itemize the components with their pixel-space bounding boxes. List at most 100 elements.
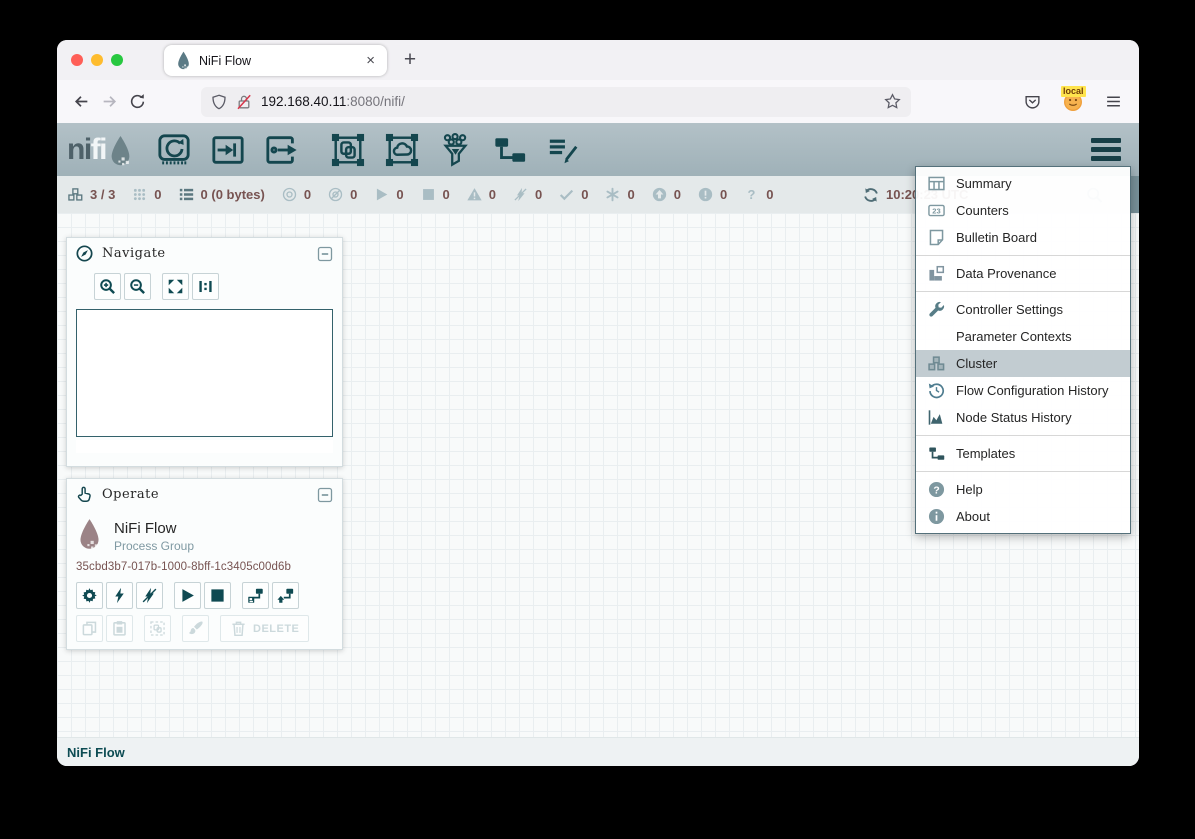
menu-item-help[interactable]: ? Help — [916, 476, 1130, 503]
start-button[interactable] — [174, 582, 201, 609]
browser-tab[interactable]: NiFi Flow × — [164, 45, 387, 76]
stop-button[interactable] — [204, 582, 231, 609]
nifi-logo-drop-icon — [108, 135, 133, 167]
shield-icon[interactable] — [211, 94, 227, 110]
cluster-cubes-icon — [928, 355, 945, 372]
zoom-actual-size-button[interactable] — [192, 273, 219, 300]
selected-flow-name: NiFi Flow — [114, 518, 194, 537]
browser-menu-icon[interactable] — [1105, 93, 1122, 110]
funnel-icon[interactable] — [439, 133, 473, 167]
operate-palette: Operate NiFi Flow Process Group 35cbd3b7… — [66, 478, 343, 650]
menu-item-templates[interactable]: Templates — [916, 440, 1130, 467]
birdseye-minimap[interactable] — [76, 309, 333, 437]
delete-label: DELETE — [253, 623, 299, 635]
zoom-in-button[interactable] — [94, 273, 121, 300]
menu-item-summary[interactable]: Summary — [916, 170, 1130, 197]
menu-item-parameter-contexts[interactable]: Parameter Contexts — [916, 323, 1130, 350]
pocket-icon[interactable] — [1024, 93, 1041, 110]
process-group-icon[interactable] — [331, 133, 365, 167]
fill-color-button[interactable] — [182, 615, 209, 642]
collapse-icon[interactable] — [317, 246, 333, 262]
global-menu-icon[interactable] — [1091, 138, 1129, 162]
menu-item-node-status-history[interactable]: Node Status History — [916, 404, 1130, 431]
insecure-lock-icon[interactable] — [236, 94, 252, 110]
group-button[interactable] — [144, 615, 171, 642]
menu-item-about[interactable]: About — [916, 503, 1130, 530]
browser-tab-bar: NiFi Flow × + — [57, 40, 1139, 80]
label-icon[interactable] — [547, 133, 581, 167]
collapse-icon[interactable] — [317, 487, 333, 503]
menu-item-flow-configuration-history[interactable]: Flow Configuration History — [916, 377, 1130, 404]
menu-item-controller-settings[interactable]: Controller Settings — [916, 296, 1130, 323]
stopped-icon — [421, 187, 436, 202]
menu-item-cluster[interactable]: Cluster — [916, 350, 1130, 377]
copy-icon — [81, 620, 98, 637]
counters-icon: 23 — [928, 202, 945, 219]
stop-square-icon — [209, 587, 226, 604]
no-icon — [928, 328, 945, 345]
menu-item-counters[interactable]: 23Counters — [916, 197, 1130, 224]
reload-icon[interactable] — [123, 88, 151, 116]
input-port-icon[interactable] — [211, 133, 245, 167]
enable-icon — [111, 587, 128, 604]
remote-process-group-icon[interactable] — [385, 133, 419, 167]
minimize-window-button[interactable] — [91, 54, 103, 66]
nifi-favicon-icon — [176, 51, 191, 70]
configure-button[interactable] — [76, 582, 103, 609]
status-active-threads: 0 — [132, 187, 161, 202]
disabled-icon — [513, 187, 528, 202]
menu-separator — [916, 291, 1130, 292]
zoom-in-icon — [99, 278, 116, 295]
refresh-icon[interactable] — [863, 187, 879, 203]
compass-icon — [76, 245, 93, 262]
zoom-fit-icon — [167, 278, 184, 295]
controller-settings-icon — [928, 301, 945, 318]
status-locally-modified-stale: 0 — [698, 187, 727, 202]
process-group-id: 35cbd3b7-017b-1000-8bff-1c3405c00d6b — [67, 553, 342, 573]
tab-close-icon[interactable]: × — [366, 53, 375, 68]
new-tab-button[interactable]: + — [398, 48, 422, 72]
status-connected-nodes: 3 / 3 — [68, 187, 115, 202]
selected-flow-type: Process Group — [114, 537, 194, 553]
copy-button[interactable] — [76, 615, 103, 642]
zoom-fit-button[interactable] — [162, 273, 189, 300]
window-controls — [71, 54, 123, 66]
output-port-icon[interactable] — [265, 133, 299, 167]
status-active-threads-count: 0 — [154, 187, 161, 202]
status-locally-modified-count: 0 — [627, 187, 634, 202]
menu-item-bulletin-board[interactable]: Bulletin Board — [916, 224, 1130, 251]
breadcrumb: NiFi Flow — [57, 737, 1139, 766]
paste-button[interactable] — [106, 615, 133, 642]
menu-item-label: About — [956, 509, 990, 524]
svg-text:23: 23 — [932, 207, 940, 216]
forward-icon[interactable] — [95, 88, 123, 116]
upload-template-button[interactable] — [272, 582, 299, 609]
url-text[interactable]: 192.168.40.11:8080/nifi/ — [261, 94, 405, 109]
bookmark-star-icon[interactable] — [884, 93, 901, 110]
node-status-history-icon — [928, 409, 945, 426]
enable-button[interactable] — [106, 582, 133, 609]
menu-item-data-provenance[interactable]: Data Provenance — [916, 260, 1130, 287]
navigate-title: Navigate — [102, 246, 166, 261]
zoom-out-button[interactable] — [124, 273, 151, 300]
create-template-button[interactable] — [242, 582, 269, 609]
zoom-window-button[interactable] — [111, 54, 123, 66]
svg-text:?: ? — [933, 485, 939, 496]
disable-button[interactable] — [136, 582, 163, 609]
status-not-transmitting: 0 — [328, 187, 357, 202]
summary-icon — [928, 175, 945, 192]
menu-item-label: Help — [956, 482, 983, 497]
close-window-button[interactable] — [71, 54, 83, 66]
transmitting-icon — [282, 187, 297, 202]
active-threads-icon — [132, 187, 147, 202]
url-bar[interactable]: 192.168.40.11:8080/nifi/ — [201, 87, 911, 117]
menu-item-label: Data Provenance — [956, 266, 1056, 281]
back-icon[interactable] — [67, 88, 95, 116]
profile-avatar[interactable]: local — [1064, 93, 1082, 111]
breadcrumb-root[interactable]: NiFi Flow — [67, 745, 125, 760]
processor-icon[interactable] — [157, 133, 191, 167]
bulletin-board-icon — [928, 229, 945, 246]
delete-button[interactable]: DELETE — [220, 615, 309, 642]
status-locally-modified-stale-count: 0 — [720, 187, 727, 202]
template-icon[interactable] — [493, 133, 527, 167]
